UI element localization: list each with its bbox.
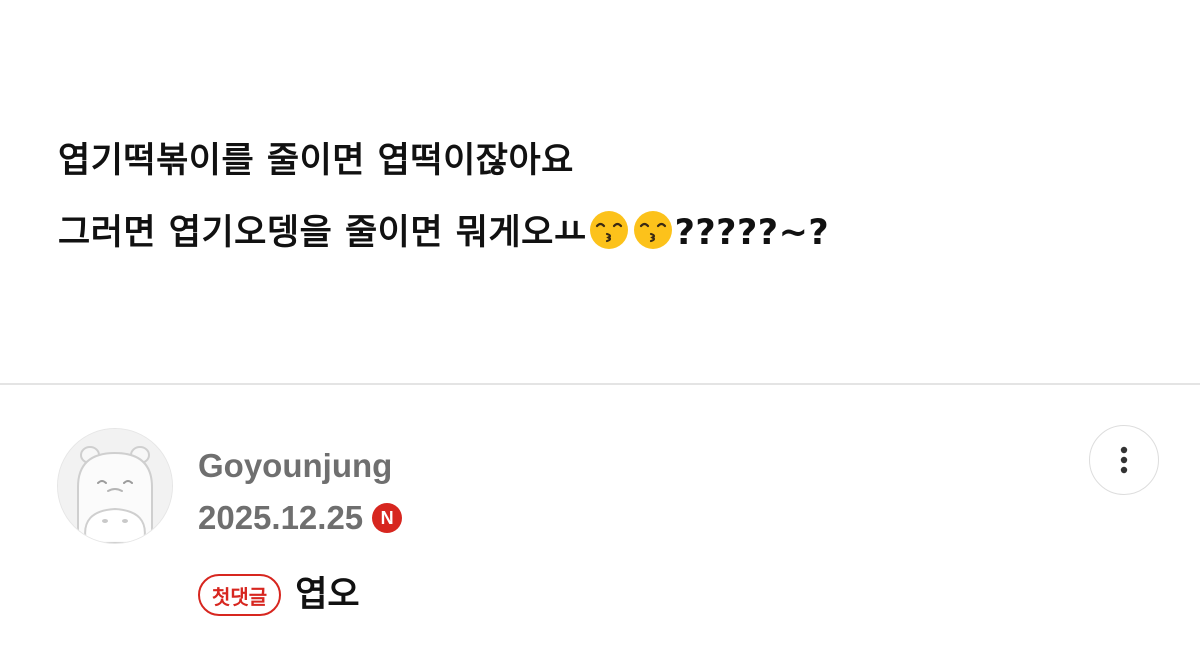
comment-text: 엽오: [295, 575, 360, 615]
comment-author[interactable]: Goyounjung: [198, 446, 392, 486]
first-comment-badge: 첫댓글: [198, 574, 282, 616]
kissing-face-icon: [589, 211, 628, 249]
post-body: 엽기떡볶이를 줄이면 엽떡이잖아요 그러면 엽기오뎅을 줄이면 뭐게오ㅛ ???…: [58, 138, 1158, 282]
hippo-avatar-icon: [58, 429, 172, 543]
divider: [0, 383, 1200, 385]
comment-row: 첫댓글 엽오: [198, 571, 360, 619]
comment-meta: 2025.12.25 N: [198, 498, 403, 538]
kissing-face-icon: [633, 211, 672, 249]
more-options-button[interactable]: [1089, 425, 1159, 495]
vertical-ellipsis-icon: [1120, 446, 1128, 474]
post-text-line-1: 엽기떡볶이를 줄이면 엽떡이잖아요: [58, 141, 574, 181]
post-text-line-2: 그러면 엽기오뎅을 줄이면 뭐게오ㅛ ?????~?: [58, 210, 1158, 257]
post-text-line-2-suffix: ?????~?: [674, 213, 830, 253]
post-text-line-2-text: 그러면 엽기오뎅을 줄이면 뭐게오ㅛ: [58, 213, 587, 253]
new-badge: N: [372, 503, 403, 533]
avatar[interactable]: [57, 428, 173, 544]
comment-date: 2025.12.25: [198, 499, 364, 536]
